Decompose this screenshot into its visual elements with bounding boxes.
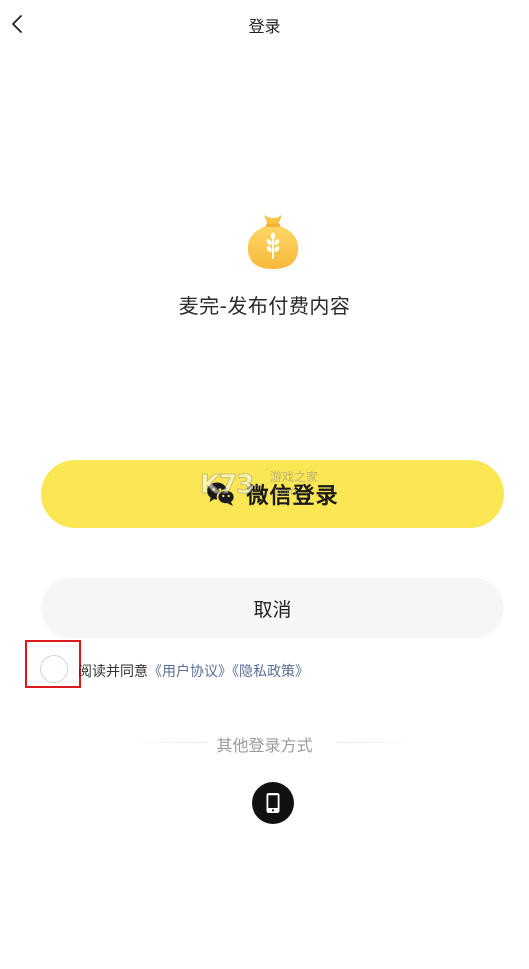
divider-right	[336, 742, 416, 743]
other-login-label: 其他登录方式	[216, 736, 313, 755]
agreement-prefix: 阅读并同意	[78, 664, 148, 680]
nav-bar: 登录	[0, 0, 529, 48]
wechat-login-label: 微信登录	[246, 484, 339, 509]
app-name: 麦完-发布付费内容	[178, 294, 351, 318]
agreement-row: 阅读并同意《用户协议》《隐私政策》	[0, 640, 529, 690]
user-agreement-link[interactable]: 《用户协议》	[148, 664, 232, 680]
phone-login-button[interactable]	[252, 782, 294, 824]
agreement-text: 阅读并同意《用户协议》《隐私政策》	[78, 661, 309, 681]
money-bag-wheat-icon	[247, 215, 299, 269]
wechat-login-button[interactable]: 微信登录	[41, 460, 504, 528]
agree-checkbox[interactable]	[40, 655, 68, 683]
other-login-methods: 其他登录方式	[0, 730, 529, 755]
page-title: 登录	[248, 17, 281, 36]
cancel-label: 取消	[253, 598, 292, 621]
cancel-button[interactable]: 取消	[41, 578, 504, 638]
wechat-icon	[207, 482, 236, 506]
privacy-policy-link[interactable]: 《隐私政策》	[232, 664, 309, 680]
mobile-phone-icon	[266, 793, 280, 813]
